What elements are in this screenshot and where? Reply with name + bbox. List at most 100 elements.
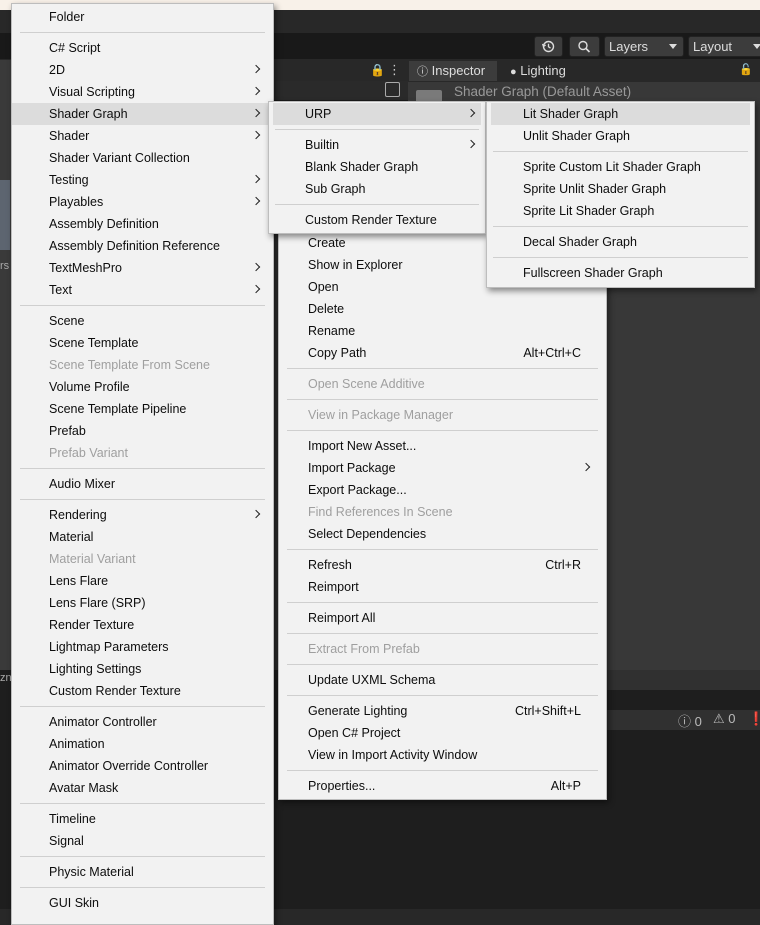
- menu-item-export-package[interactable]: Export Package...: [279, 479, 606, 501]
- menu-item-audio-mixer[interactable]: Audio Mixer: [12, 473, 273, 495]
- menu-separator: [20, 706, 265, 707]
- menu-item-avatar-mask[interactable]: Avatar Mask: [12, 777, 273, 799]
- layout-dropdown[interactable]: Layout: [688, 36, 760, 57]
- menu-item-animation[interactable]: Animation: [12, 733, 273, 755]
- menu-item-playables[interactable]: Playables: [12, 191, 273, 213]
- menu-item-fullscreen-shader-graph[interactable]: Fullscreen Shader Graph: [491, 262, 750, 284]
- menu-item-render-texture[interactable]: Render Texture: [12, 614, 273, 636]
- kebab-menu-icon[interactable]: ⋮: [388, 62, 401, 78]
- menu-item-lens-flare-srp[interactable]: Lens Flare (SRP): [12, 592, 273, 614]
- menu-item-label: Reimport: [308, 580, 359, 594]
- menu-item-label: Animator Controller: [49, 715, 157, 729]
- menu-item-rename[interactable]: Rename: [279, 320, 606, 342]
- menu-item-shader-variant-collection[interactable]: Shader Variant Collection: [12, 147, 273, 169]
- menu-item-animator-controller[interactable]: Animator Controller: [12, 711, 273, 733]
- search-by-type-icon[interactable]: [385, 82, 400, 97]
- menu-item-sprite-lit-shader-graph[interactable]: Sprite Lit Shader Graph: [491, 200, 750, 222]
- menu-item-copy-path[interactable]: Copy Path Alt+Ctrl+C: [279, 342, 606, 364]
- menu-item-textmeshpro[interactable]: TextMeshPro: [12, 257, 273, 279]
- menu-item-lit-shader-graph[interactable]: Lit Shader Graph: [491, 103, 750, 125]
- menu-item-testing[interactable]: Testing: [12, 169, 273, 191]
- menu-item-label: Scene Template Pipeline: [49, 402, 187, 416]
- menu-item-label: Import Package: [308, 461, 396, 475]
- menu-item-sprite-unlit-shader-graph[interactable]: Sprite Unlit Shader Graph: [491, 178, 750, 200]
- menu-item-scene[interactable]: Scene: [12, 310, 273, 332]
- menu-item-physic-material[interactable]: Physic Material: [12, 861, 273, 883]
- menu-item-sprite-custom-lit-shader-graph[interactable]: Sprite Custom Lit Shader Graph: [491, 156, 750, 178]
- menu-item-text[interactable]: Text: [12, 279, 273, 301]
- menu-item-label: Refresh: [308, 558, 352, 572]
- menu-separator: [275, 204, 479, 205]
- layers-dropdown[interactable]: Layers: [604, 36, 684, 57]
- menu-item-shader-graph[interactable]: Shader Graph: [12, 103, 273, 125]
- history-button[interactable]: [534, 36, 563, 57]
- menu-item-label: Render Texture: [49, 618, 135, 632]
- menu-item-label: Testing: [49, 173, 89, 187]
- tab-lighting[interactable]: ● Lighting: [505, 61, 595, 81]
- menu-item-reimport[interactable]: Reimport: [279, 576, 606, 598]
- warning-icon: ⚠: [713, 711, 725, 726]
- menu-item-label: 2D: [49, 63, 65, 77]
- menu-item-import-new-asset[interactable]: Import New Asset...: [279, 435, 606, 457]
- menu-item-select-dependencies[interactable]: Select Dependencies: [279, 523, 606, 545]
- menu-item-label: Material: [49, 530, 94, 544]
- menu-separator: [20, 468, 265, 469]
- menu-item-unlit-shader-graph[interactable]: Unlit Shader Graph: [491, 125, 750, 147]
- menu-item-rendering[interactable]: Rendering: [12, 504, 273, 526]
- error-icon[interactable]: ❗: [748, 711, 760, 727]
- menu-item-decal-shader-graph[interactable]: Decal Shader Graph: [491, 231, 750, 253]
- menu-item-sub-graph[interactable]: Sub Graph: [273, 178, 481, 200]
- menu-item-reimport-all[interactable]: Reimport All: [279, 607, 606, 629]
- console-warning-count[interactable]: ⚠ 0: [713, 711, 736, 727]
- menu-item-visual-scripting[interactable]: Visual Scripting: [12, 81, 273, 103]
- menu-item-folder[interactable]: Folder: [12, 6, 273, 28]
- menu-item-label: Update UXML Schema: [308, 673, 436, 687]
- menu-item-blank-shader-graph[interactable]: Blank Shader Graph: [273, 156, 481, 178]
- menu-item-signal[interactable]: Signal: [12, 830, 273, 852]
- menu-item-label: Lens Flare: [49, 574, 109, 588]
- menu-item-refresh[interactable]: Refresh Ctrl+R: [279, 554, 606, 576]
- menu-item-view-in-package-manager: View in Package Manager: [279, 404, 606, 426]
- menu-item-volume-profile[interactable]: Volume Profile: [12, 376, 273, 398]
- menu-item-label: TextMeshPro: [49, 261, 122, 275]
- menu-item-import-package[interactable]: Import Package: [279, 457, 606, 479]
- menu-item-open-c-project[interactable]: Open C# Project: [279, 722, 606, 744]
- menu-item-label: Animation: [49, 737, 105, 751]
- search-button[interactable]: [569, 36, 600, 57]
- menu-item-lighting-settings[interactable]: Lighting Settings: [12, 658, 273, 680]
- menu-item-assembly-definition[interactable]: Assembly Definition: [12, 213, 273, 235]
- menu-item-label: Material Variant: [49, 552, 136, 566]
- menu-item-scene-template[interactable]: Scene Template: [12, 332, 273, 354]
- menu-item-properties[interactable]: Properties... Alt+P: [279, 775, 606, 797]
- menu-item-prefab[interactable]: Prefab: [12, 420, 273, 442]
- menu-item-scene-template-from-scene: Scene Template From Scene: [12, 354, 273, 376]
- console-info-count[interactable]: ⓘ 0: [678, 711, 702, 730]
- menu-item-label: Shader Variant Collection: [49, 151, 190, 165]
- tab-inspector[interactable]: ⓘ Inspector: [409, 61, 497, 81]
- menu-item-lightmap-parameters[interactable]: Lightmap Parameters: [12, 636, 273, 658]
- menu-item-timeline[interactable]: Timeline: [12, 808, 273, 830]
- menu-item-delete[interactable]: Delete: [279, 298, 606, 320]
- project-search-bar[interactable]: [272, 81, 408, 101]
- menu-item-shader[interactable]: Shader: [12, 125, 273, 147]
- menu-item-view-in-import-activity-window[interactable]: View in Import Activity Window: [279, 744, 606, 766]
- menu-item-lens-flare[interactable]: Lens Flare: [12, 570, 273, 592]
- menu-item-c-script[interactable]: C# Script: [12, 37, 273, 59]
- menu-item-material[interactable]: Material: [12, 526, 273, 548]
- menu-item-animator-override-controller[interactable]: Animator Override Controller: [12, 755, 273, 777]
- menu-item-builtin[interactable]: Builtin: [273, 134, 481, 156]
- menu-item-label: Sprite Unlit Shader Graph: [523, 182, 667, 196]
- menu-item-custom-render-texture[interactable]: Custom Render Texture: [12, 680, 273, 702]
- menu-item-generate-lighting[interactable]: Generate Lighting Ctrl+Shift+L: [279, 700, 606, 722]
- menu-item-gui-skin[interactable]: GUI Skin: [12, 892, 273, 914]
- menu-item-scene-template-pipeline[interactable]: Scene Template Pipeline: [12, 398, 273, 420]
- menu-item-update-uxml-schema[interactable]: Update UXML Schema: [279, 669, 606, 691]
- menu-item-label: Physic Material: [49, 865, 134, 879]
- menu-item-custom-render-texture[interactable]: Custom Render Texture: [273, 209, 481, 231]
- lock-icon[interactable]: 🔓: [739, 63, 753, 76]
- menu-item-assembly-definition-reference[interactable]: Assembly Definition Reference: [12, 235, 273, 257]
- lock-icon[interactable]: 🔒: [370, 63, 385, 77]
- menu-separator: [20, 32, 265, 33]
- menu-item-urp[interactable]: URP: [273, 103, 481, 125]
- menu-item-2d[interactable]: 2D: [12, 59, 273, 81]
